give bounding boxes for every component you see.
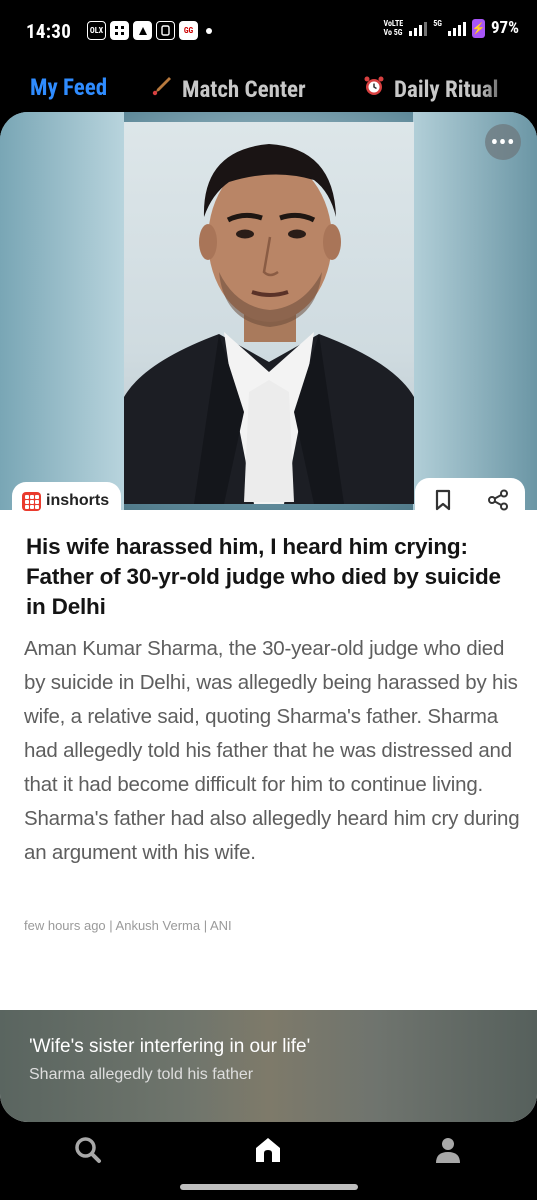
tabs-fade: [477, 70, 537, 110]
gesture-bar[interactable]: [180, 1184, 358, 1190]
bottom-navigation: [0, 1122, 537, 1200]
article-photo: [124, 122, 414, 504]
inshorts-logo-icon: [22, 491, 41, 511]
status-time: 14:30: [26, 20, 72, 43]
source-name: inshorts: [46, 492, 110, 509]
bookmark-button[interactable]: [428, 485, 458, 515]
profile-icon: [436, 1138, 460, 1163]
related-story-teaser[interactable]: 'Wife's sister interfering in our life' …: [0, 1010, 537, 1122]
teaser-subtitle: Sharma allegedly told his father: [29, 1066, 254, 1083]
whatsapp-business-icon: [156, 21, 175, 40]
search-icon: [75, 1137, 101, 1163]
alarm-clock-icon: [362, 74, 386, 104]
feed-tabs: My Feed Match Center Daily Ritual: [0, 70, 537, 110]
signal-strength-icon-2: [447, 20, 466, 36]
gaana-icon: GG: [179, 21, 198, 40]
more-options-button[interactable]: •••: [485, 124, 521, 160]
article-headline: His wife harassed him, I heard him cryin…: [26, 534, 501, 619]
signal-strength-icon: [409, 20, 428, 36]
nav-search-button[interactable]: [64, 1126, 112, 1174]
hero-image-area: •••: [0, 112, 537, 510]
bookmark-icon: [435, 489, 450, 511]
network-type: 5G: [433, 18, 442, 28]
article-byline: few hours ago | Ankush Verma | ANI: [24, 918, 232, 933]
news-card[interactable]: ••• inshorts His wife harassed him, I he…: [0, 112, 537, 1122]
home-icon: [256, 1138, 280, 1162]
battery-charging-icon: ⚡: [472, 18, 485, 38]
battery-percent: 97%: [490, 18, 519, 38]
hero-blur-right: [413, 112, 537, 510]
ipl-icon: [133, 21, 152, 40]
more-notifications-dot: [206, 27, 212, 34]
tab-my-feed[interactable]: My Feed: [30, 74, 107, 101]
nav-home-button[interactable]: [244, 1126, 292, 1174]
hero-blur-left: [0, 112, 124, 510]
source-badge: inshorts: [12, 482, 122, 520]
article-body: Aman Kumar Sharma, the 30-year-old judge…: [24, 637, 520, 864]
status-bar: 14:30 OLX GG VoLTE Vo 5G 5G ⚡ 97%: [0, 0, 537, 62]
system-indicators: VoLTE Vo 5G 5G ⚡ 97%: [384, 18, 520, 38]
tab-match-center[interactable]: Match Center: [150, 74, 306, 104]
cricket-bat-icon: [150, 74, 174, 104]
calculator-icon: [110, 21, 129, 40]
article-actions: [415, 478, 525, 522]
share-button[interactable]: [483, 485, 513, 515]
nav-profile-button[interactable]: [424, 1126, 472, 1174]
notification-icons: OLX GG: [87, 21, 212, 40]
share-icon: [487, 489, 508, 511]
volte-indicator: VoLTE Vo 5G: [383, 19, 404, 37]
teaser-title: 'Wife's sister interfering in our life': [29, 1036, 311, 1057]
olx-icon: OLX: [87, 21, 106, 40]
